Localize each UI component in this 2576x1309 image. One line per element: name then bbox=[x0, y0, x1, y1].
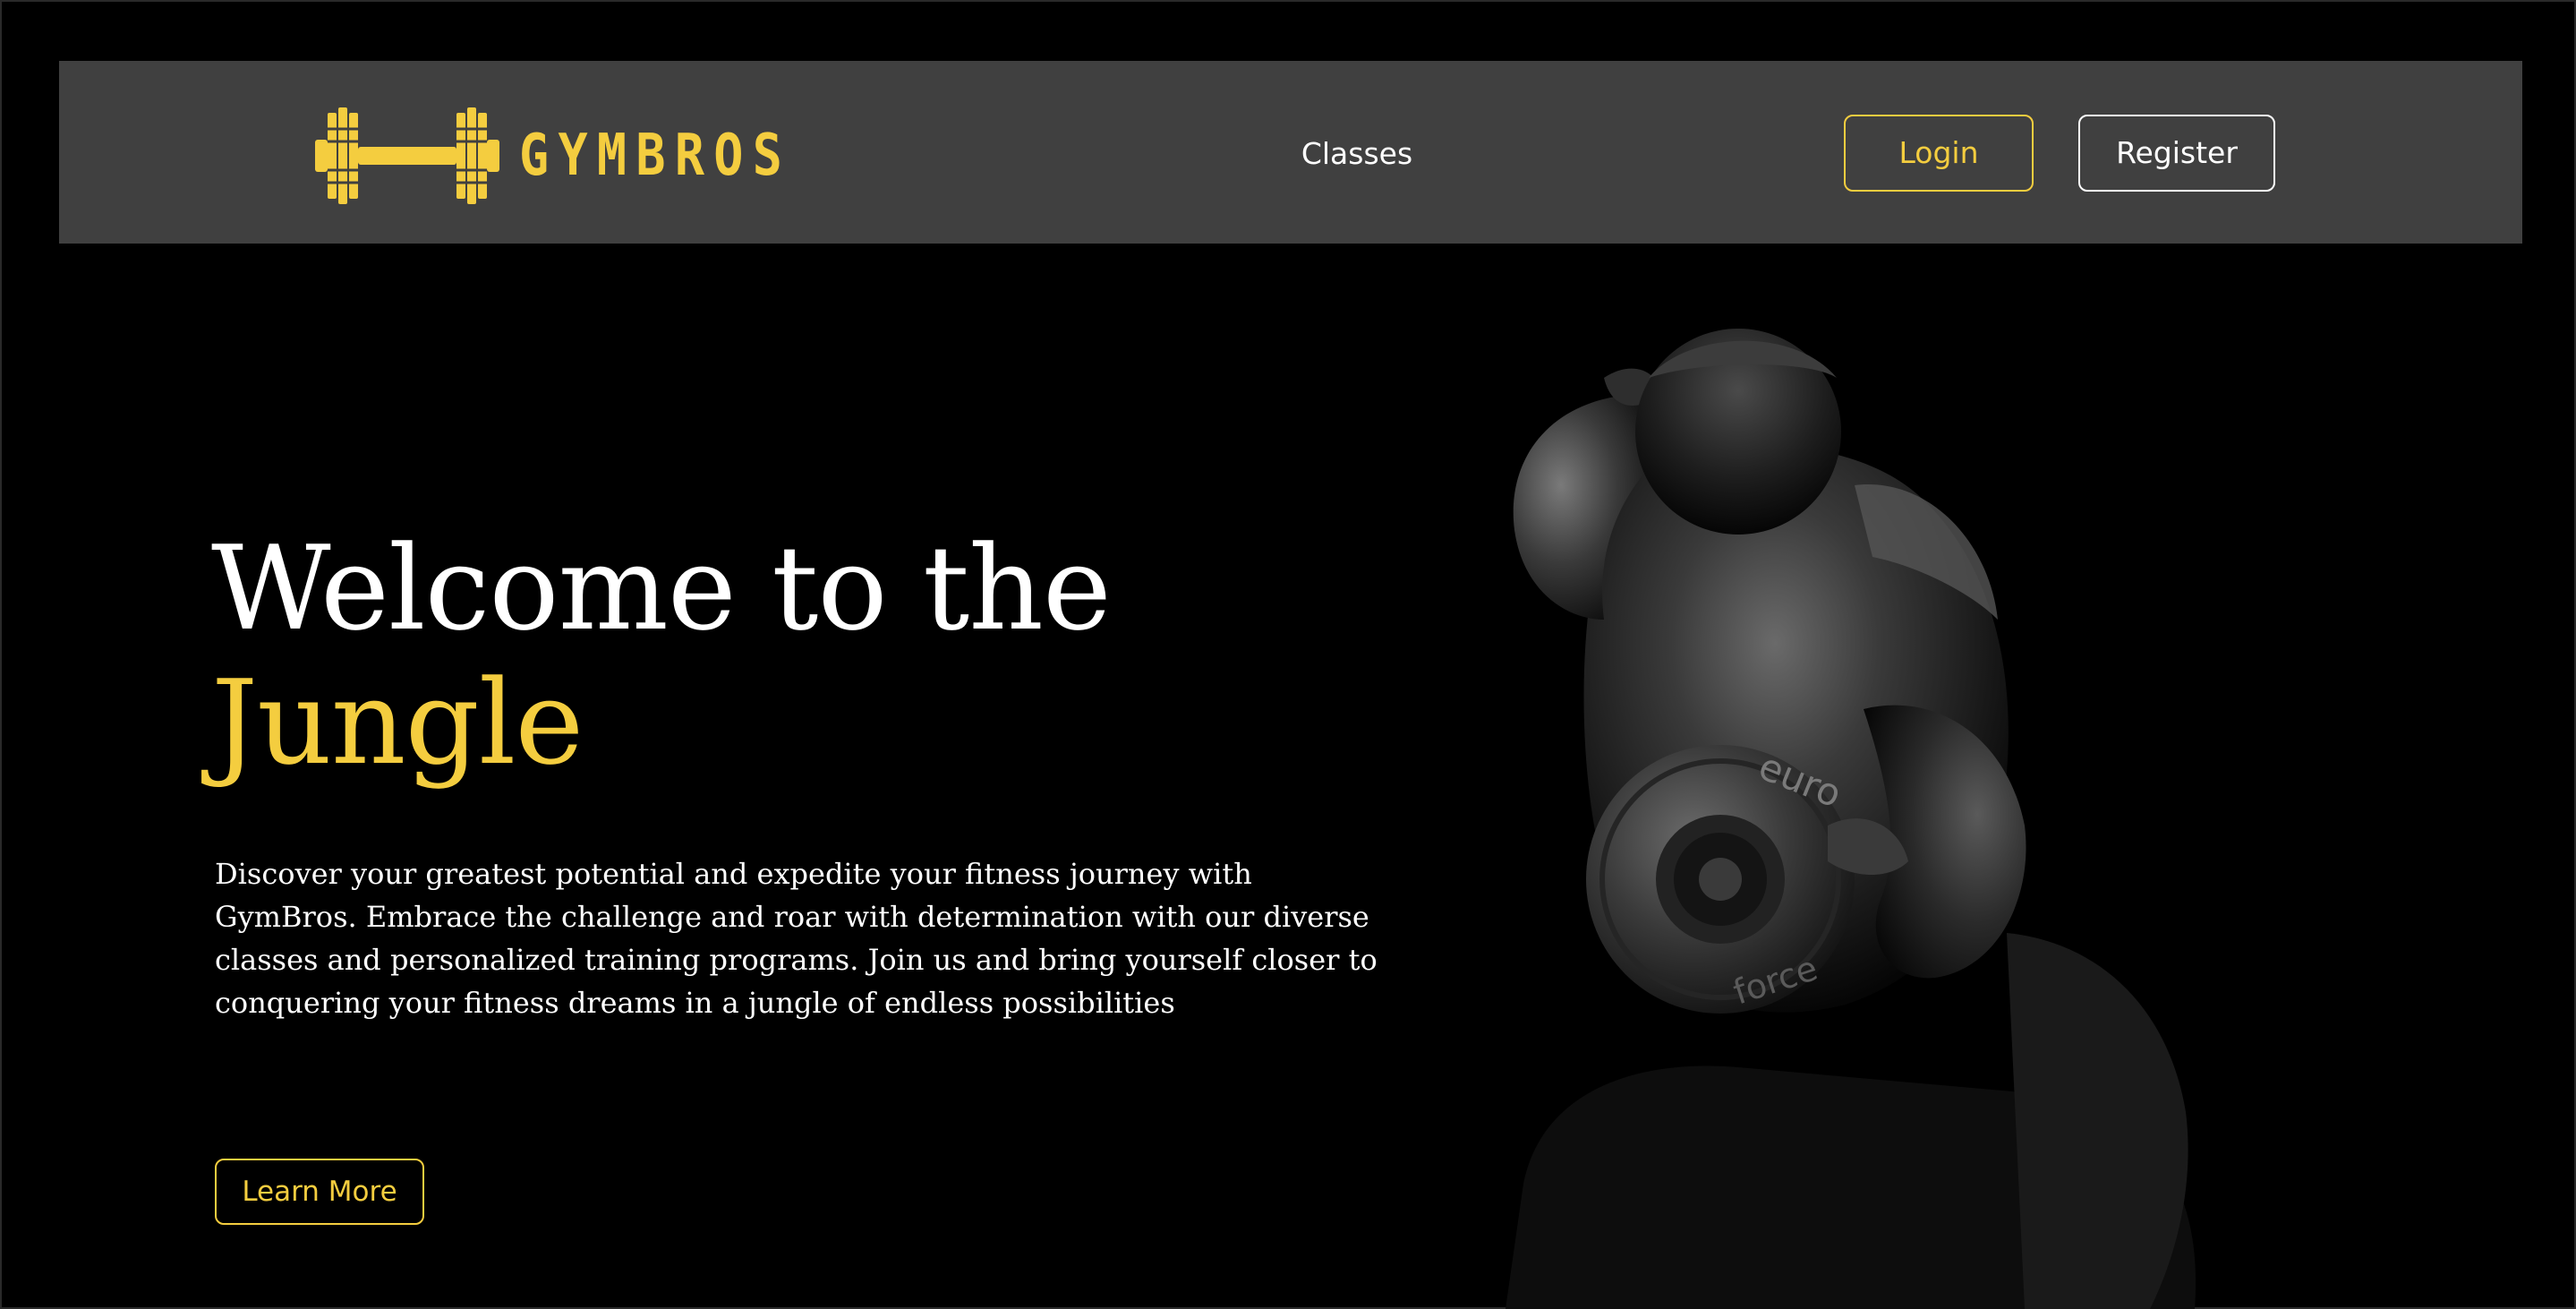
nav-link-classes[interactable]: Classes bbox=[1232, 129, 1482, 179]
logo-text: GYMBROS bbox=[519, 123, 792, 189]
login-button[interactable]: Login bbox=[1844, 115, 2034, 192]
dumbbell-icon bbox=[315, 107, 499, 204]
navbar: GYMBROS Classes Login Register bbox=[59, 61, 2522, 244]
learn-more-button[interactable]: Learn More bbox=[215, 1159, 424, 1225]
hero-title-accent: Jungle bbox=[211, 654, 584, 791]
register-button[interactable]: Register bbox=[2078, 115, 2275, 192]
weight-plate: euro force bbox=[1586, 744, 1855, 1014]
hero-title-line1: Welcome to the bbox=[211, 520, 1112, 656]
weightlifter-image: euro force bbox=[1506, 329, 2196, 1309]
page: GYMBROS Classes Login Register Welcome t… bbox=[0, 0, 2576, 1309]
logo-link[interactable]: GYMBROS bbox=[315, 107, 836, 204]
hero-title: Welcome to the Jungle bbox=[211, 520, 1112, 791]
hero-description: Discover your greatest potential and exp… bbox=[215, 857, 1378, 1020]
